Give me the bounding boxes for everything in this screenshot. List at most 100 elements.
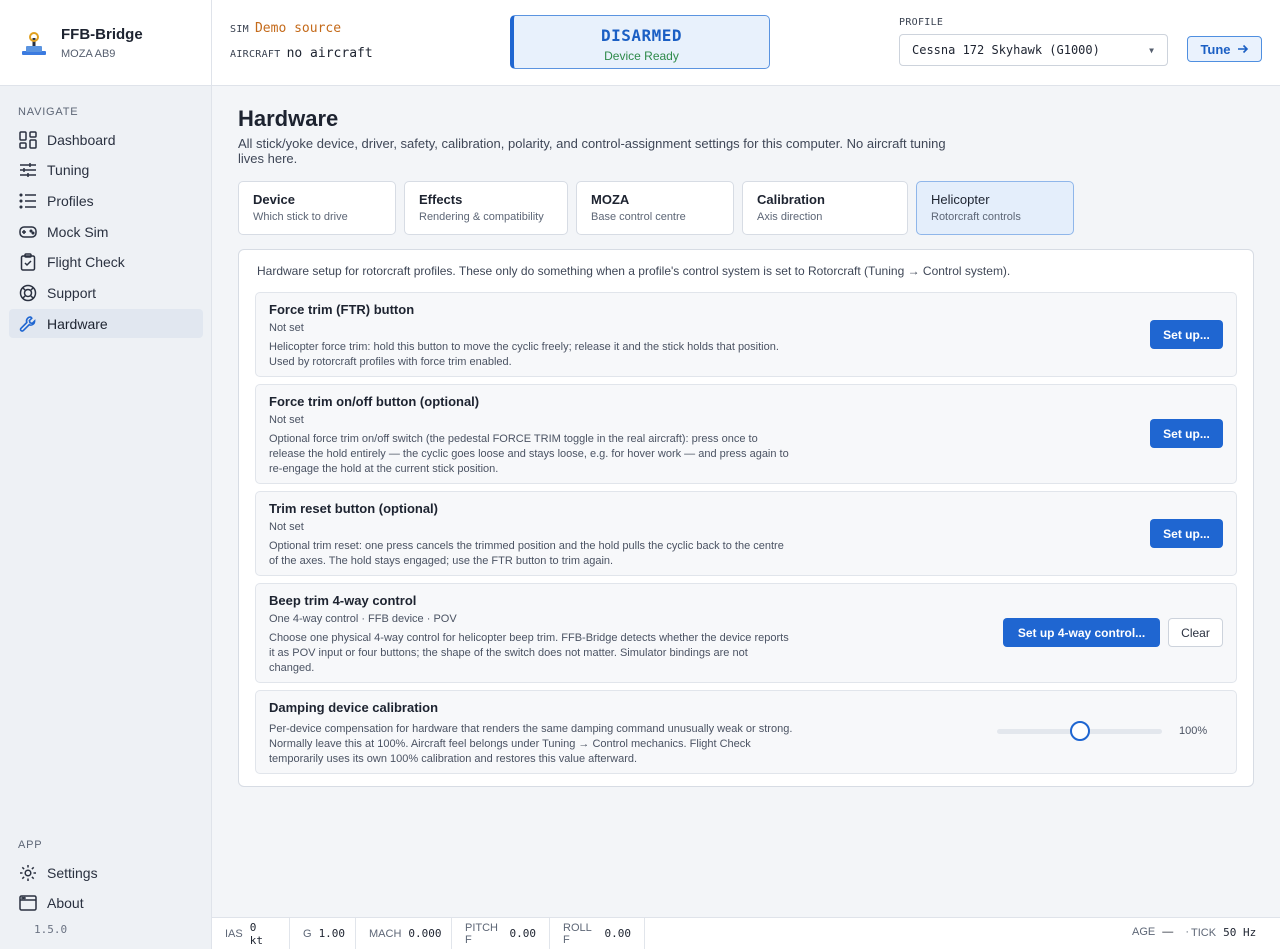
- stat-label: AGE: [1132, 926, 1156, 938]
- nav-item-support[interactable]: Support: [9, 278, 203, 307]
- stat-label: G: [303, 927, 312, 940]
- nav-item-dashboard[interactable]: Dashboard: [9, 125, 203, 154]
- nav-label: Dashboard: [47, 131, 116, 148]
- nav-item-about[interactable]: About: [9, 889, 203, 918]
- nav-label: Settings: [47, 864, 98, 881]
- arm-status-indicator[interactable]: DISARMED Device Ready: [510, 15, 770, 69]
- stat-g: G 1.00: [290, 918, 356, 949]
- tab-effects[interactable]: Effects Rendering & compatibility: [404, 181, 568, 235]
- damping-slider-value: 100%: [1179, 725, 1208, 737]
- sliders-icon: [18, 161, 37, 180]
- list-icon: [18, 191, 37, 210]
- card-description: Optional force trim on/off switch (the p…: [269, 433, 789, 475]
- stat-label: TICK: [1191, 927, 1217, 939]
- tab-title: Device: [253, 192, 295, 207]
- stat-value: 0.00: [604, 927, 632, 940]
- device-name: MOZA AB9: [61, 47, 116, 60]
- tab-title: Effects: [419, 192, 463, 207]
- card-status: Not set: [269, 521, 304, 533]
- profile-label: PROFILE: [899, 17, 944, 28]
- gear-icon: [18, 863, 37, 882]
- card-status: Not set: [269, 322, 304, 334]
- wrench-icon: [18, 314, 37, 333]
- tab-subtitle: Base control centre: [591, 211, 686, 223]
- profile-select[interactable]: Cessna 172 Skyhawk (G1000) ▼: [899, 34, 1168, 66]
- gamepad-icon: [18, 222, 37, 241]
- stat-value: 0 kt: [249, 920, 263, 947]
- nav-label: Mock Sim: [47, 223, 109, 240]
- card-beep-trim: Beep trim 4-way control One 4-way contro…: [255, 583, 1237, 683]
- window-icon: [18, 894, 37, 913]
- app-heading: APP: [18, 839, 43, 851]
- nav-label: Flight Check: [47, 254, 125, 271]
- nav-label: Profiles: [47, 192, 94, 209]
- topbar: SIM Demo source AIRCRAFT no aircraft DISAR…: [212, 0, 1280, 86]
- tab-subtitle: Which stick to drive: [253, 211, 348, 223]
- tab-moza[interactable]: MOZA Base control centre: [576, 181, 734, 235]
- nav-item-profiles[interactable]: Profiles: [9, 186, 203, 215]
- stat-value: 0.00: [509, 927, 537, 940]
- damping-slider-thumb[interactable]: [1069, 721, 1090, 741]
- tab-helicopter[interactable]: Helicopter Rotorcraft controls: [916, 181, 1074, 235]
- tab-calibration[interactable]: Calibration Axis direction: [742, 181, 908, 235]
- nav-item-tuning[interactable]: Tuning: [9, 156, 203, 185]
- joystick-logo-icon: [22, 31, 46, 55]
- nav-label: About: [47, 895, 84, 912]
- stat-label: IAS: [225, 927, 243, 940]
- lifebuoy-icon: [18, 283, 37, 302]
- stat-tick: TICK 50 Hz: [1191, 926, 1256, 939]
- page-description: All stick/yoke device, driver, safety, c…: [238, 136, 946, 166]
- nav-item-hardware[interactable]: Hardware: [9, 309, 203, 339]
- nav-label: Hardware: [47, 315, 108, 332]
- arm-sub: Device Ready: [604, 49, 679, 63]
- stat-ias: IAS 0 kt: [212, 918, 290, 949]
- nav-list: Dashboard Tuning Profiles Mock Sim Fligh…: [9, 125, 203, 340]
- sim-value: Demo source: [254, 21, 342, 36]
- panel-intro: Hardware setup for rotorcraft profiles. …: [257, 264, 1011, 278]
- tune-button[interactable]: Tune: [1187, 36, 1262, 62]
- tab-device[interactable]: Device Which stick to drive: [238, 181, 396, 235]
- dashboard-icon: [18, 130, 37, 149]
- chevron-down-icon: ▼: [1149, 46, 1154, 55]
- card-trim-reset: Trim reset button (optional) Not set Opt…: [255, 491, 1237, 576]
- card-force-trim-toggle: Force trim on/off button (optional) Not …: [255, 384, 1237, 484]
- app-version: 1.5.0: [34, 923, 68, 936]
- tab-subtitle: Rotorcraft controls: [931, 211, 1021, 223]
- sim-source: SIM Demo source: [230, 21, 341, 36]
- tab-title: Helicopter: [931, 192, 990, 207]
- setup-force-trim-button[interactable]: Set up...: [1150, 320, 1223, 349]
- arrow-right-icon: [1237, 44, 1248, 54]
- stat-value: 0.000: [408, 927, 442, 940]
- aircraft-value: no aircraft: [286, 46, 373, 61]
- stat-roll: ROLL F 0.00: [550, 918, 645, 949]
- clear-button[interactable]: Clear: [1168, 618, 1223, 647]
- sidebar: FFB-Bridge MOZA AB9 NAVIGATE Dashboard T…: [0, 0, 212, 949]
- card-damping-calibration: Damping device calibration Per-device co…: [255, 690, 1237, 774]
- stat-label: PITCH F: [465, 921, 498, 946]
- clipboard-check-icon: [18, 253, 37, 272]
- card-description: Helicopter force trim: hold this button …: [269, 341, 779, 368]
- stat-value: —: [1162, 926, 1174, 938]
- nav-item-mock-sim[interactable]: Mock Sim: [9, 217, 203, 246]
- card-title: Beep trim 4-way control: [269, 593, 417, 608]
- card-title: Damping device calibration: [269, 700, 439, 715]
- stat-mach: MACH 0.000: [356, 918, 452, 949]
- card-title: Force trim on/off button (optional): [269, 394, 480, 409]
- setup-trim-reset-button[interactable]: Set up...: [1150, 519, 1223, 548]
- stat-pitch: PITCH F 0.00: [452, 918, 550, 949]
- setup-force-trim-toggle-button[interactable]: Set up...: [1150, 419, 1223, 448]
- card-title: Trim reset button (optional): [269, 501, 438, 516]
- status-bar: IAS 0 kt G 1.00 MACH 0.000 PITCH F 0.00 ROLL…: [212, 917, 1280, 949]
- aircraft-info: AIRCRAFT no aircraft: [230, 46, 373, 61]
- tab-subtitle: Rendering & compatibility: [419, 211, 544, 223]
- nav-item-flight-check[interactable]: Flight Check: [9, 248, 203, 277]
- page-title: Hardware: [238, 106, 339, 131]
- nav-item-settings[interactable]: Settings: [9, 858, 203, 887]
- setup-4way-control-button[interactable]: Set up 4-way control...: [1003, 618, 1160, 647]
- stat-value: 50 Hz: [1223, 926, 1257, 939]
- stat-label: ROLL F: [563, 921, 592, 946]
- nav-label: Tuning: [47, 162, 90, 179]
- stat-value: 1.00: [318, 927, 346, 940]
- arm-state: DISARMED: [600, 26, 683, 45]
- card-title: Force trim (FTR) button: [269, 302, 415, 317]
